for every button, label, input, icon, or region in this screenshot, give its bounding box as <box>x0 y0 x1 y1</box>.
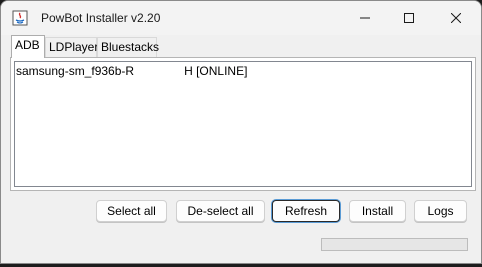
device-name-end: H [ONLINE] <box>184 64 248 78</box>
tab-adb[interactable]: ADB <box>11 35 45 58</box>
minimize-icon <box>360 17 370 18</box>
close-icon <box>451 12 461 23</box>
tab-ldplayer[interactable]: LDPlayer <box>45 37 98 57</box>
deselect-all-button[interactable]: De-select all <box>176 200 265 222</box>
adb-tab-panel: samsung-sm_f936b-R H [ONLINE] <box>10 57 476 191</box>
select-all-button[interactable]: Select all <box>96 200 167 222</box>
refresh-button[interactable]: Refresh <box>272 200 340 222</box>
java-app-icon <box>12 10 28 26</box>
device-name-start: samsung-sm_f936b-R <box>16 64 135 78</box>
device-list[interactable]: samsung-sm_f936b-R H [ONLINE] <box>14 61 472 187</box>
installer-window: PowBot Installer v2.20 ADB LDPlayer Blue… <box>0 0 482 264</box>
window-title: PowBot Installer v2.20 <box>41 11 161 25</box>
minimize-button[interactable] <box>342 1 388 34</box>
install-progress-bar <box>321 238 468 251</box>
close-button[interactable] <box>433 1 479 34</box>
list-item[interactable]: samsung-sm_f936b-R H [ONLINE] <box>15 64 247 79</box>
maximize-button[interactable] <box>386 1 432 34</box>
title-bar[interactable]: PowBot Installer v2.20 <box>1 1 481 35</box>
install-button[interactable]: Install <box>349 200 406 222</box>
maximize-icon <box>404 12 414 23</box>
tab-bluestacks[interactable]: Bluestacks <box>97 37 159 57</box>
logs-button[interactable]: Logs <box>414 200 467 222</box>
